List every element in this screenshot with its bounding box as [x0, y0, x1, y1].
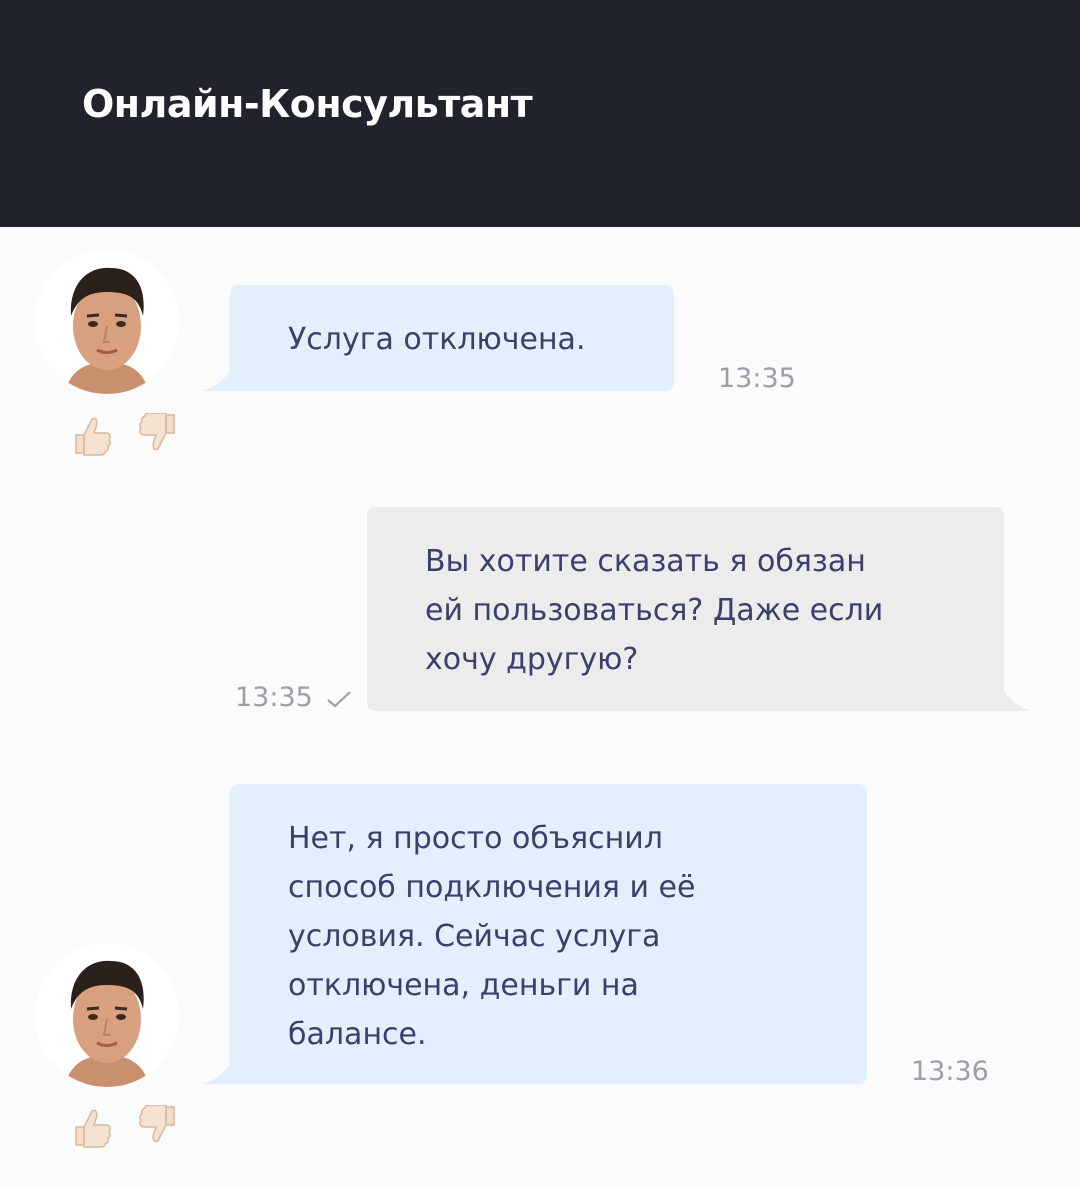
- sent-check-icon: [327, 691, 351, 708]
- chat-area[interactable]: Услуга отключена. 13:35 Вы хотите сказат…: [0, 227, 1080, 1189]
- app-header: Онлайн-Консультант: [0, 0, 1080, 227]
- thumbs-up-icon[interactable]: [72, 413, 112, 457]
- message-timestamp: 13:35: [718, 363, 796, 394]
- message-timestamp: 13:35: [235, 682, 313, 713]
- header-title: Онлайн-Консультант: [82, 82, 533, 126]
- thumbs-up-icon[interactable]: [72, 1105, 112, 1149]
- thumbs-down-icon[interactable]: [138, 1104, 178, 1149]
- operator-message: Услуга отключена.: [230, 285, 674, 391]
- thumbs-down-icon[interactable]: [138, 412, 178, 457]
- bubble-tail: [202, 1060, 242, 1084]
- user-message: Вы хотите сказать я обязан ей пользовать…: [367, 507, 1004, 711]
- operator-avatar: [35, 943, 179, 1087]
- message-timestamp: 13:36: [911, 1056, 989, 1087]
- bubble-tail: [992, 687, 1032, 711]
- operator-avatar: [35, 250, 179, 394]
- operator-message: Нет, я просто объяснил способ подключени…: [230, 784, 867, 1084]
